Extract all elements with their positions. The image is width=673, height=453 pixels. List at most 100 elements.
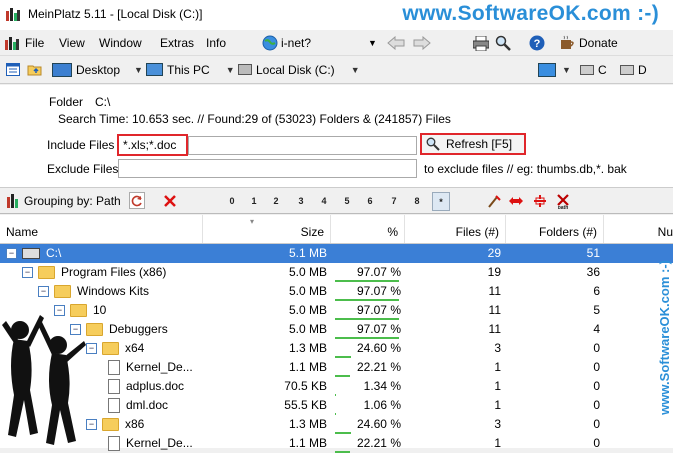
name-cell: − x86 <box>86 415 203 434</box>
drive-combo[interactable]: Local Disk (C:) ▼ <box>238 60 360 79</box>
donate-icon[interactable] <box>558 34 576 52</box>
folder-label: Folder <box>49 95 84 109</box>
group-level-2-icon[interactable]: 2 <box>268 192 284 209</box>
files-cell: 11 <box>488 284 501 298</box>
menu-extras[interactable]: Extras <box>160 36 194 50</box>
drive-icon <box>22 248 40 260</box>
refresh-grouping-icon[interactable] <box>129 192 145 209</box>
exclude-files-input[interactable] <box>118 159 417 178</box>
group-level-6-icon[interactable]: 6 <box>362 192 378 209</box>
print-icon[interactable] <box>472 34 490 52</box>
drive-icon <box>620 64 634 75</box>
this-pc-combo[interactable]: This PC ▼ <box>146 60 235 79</box>
menu-window[interactable]: Window <box>99 36 142 50</box>
name-cell: Kernel_De... <box>102 358 203 377</box>
desktop-combo[interactable]: Desktop ▼ <box>52 60 143 79</box>
svg-text:?: ? <box>534 38 541 50</box>
item-name: Kernel_De... <box>126 360 193 374</box>
include-files-input[interactable]: *.xls;*.doc <box>117 134 188 156</box>
files-cell: 11 <box>488 303 501 317</box>
panel-toggle-icon[interactable] <box>5 60 21 78</box>
group-level-1-icon[interactable]: 1 <box>246 192 262 209</box>
watermark-text: www.SoftwareOK.com :-) <box>402 2 659 25</box>
donate-button[interactable]: Donate <box>579 36 618 50</box>
table-row[interactable]: adplus.doc 70.5 KB 1.34 % 1 0 <box>0 377 673 396</box>
drive-d-button[interactable]: D <box>620 60 647 79</box>
close-icon[interactable] <box>162 192 178 209</box>
name-cell: − x64 <box>86 339 203 358</box>
table-row[interactable]: dml.doc 55.5 KB 1.06 % 1 0 <box>0 396 673 415</box>
inet-dropdown-icon[interactable]: ▼ <box>368 38 377 48</box>
back-icon[interactable] <box>386 34 406 52</box>
table-row[interactable]: Kernel_De... 1.1 MB 22.21 % 1 0 <box>0 358 673 377</box>
exclude-hint: to exclude files // eg: thumbs.db,*. bak <box>424 162 627 176</box>
collapse-icon[interactable] <box>532 192 548 209</box>
table-row[interactable]: − x86 1.3 MB 24.60 % 3 0 <box>0 415 673 434</box>
magnifier-icon[interactable] <box>494 34 512 52</box>
drive-c-button[interactable]: C <box>580 60 607 79</box>
name-cell: Kernel_De... <box>102 434 203 453</box>
svg-text:path: path <box>558 205 569 209</box>
app-menu-icon[interactable] <box>4 34 20 52</box>
column-folders[interactable]: Folders (#) <box>506 215 604 243</box>
drive-icon <box>580 64 594 75</box>
group-level-5-icon[interactable]: 5 <box>339 192 355 209</box>
include-files-input-extension[interactable] <box>188 136 417 155</box>
files-cell: 1 <box>494 398 501 412</box>
files-cell: 19 <box>487 265 501 279</box>
size-cell: 70.5 KB <box>284 379 327 393</box>
desktop-icon <box>52 62 72 77</box>
drive-c-label: C <box>598 62 607 77</box>
table-row[interactable]: −10 5.0 MB 97.07 % 11 5 <box>0 301 673 320</box>
menu-view[interactable]: View <box>59 36 85 50</box>
group-level-4-icon[interactable]: 4 <box>316 192 332 209</box>
folders-cell: 4 <box>593 322 600 336</box>
chevron-down-icon: ▼ <box>134 64 143 75</box>
table-row[interactable]: − Debuggers 5.0 MB 97.07 % 11 4 <box>0 320 673 339</box>
up-folder-icon[interactable] <box>26 60 42 78</box>
globe-icon[interactable] <box>262 34 278 52</box>
drive-label: Local Disk (C:) <box>256 62 335 77</box>
table-row[interactable]: − Program Files (x86) 5.0 MB 97.07 % 19 36 <box>0 263 673 282</box>
table-row[interactable]: − x64 1.3 MB 24.60 % 3 0 <box>0 339 673 358</box>
broom-icon[interactable] <box>486 192 502 209</box>
column-pct[interactable]: % <box>331 215 405 243</box>
item-name: C:\ <box>46 246 62 260</box>
menu-file[interactable]: File <box>25 36 44 50</box>
menu-info[interactable]: Info <box>206 36 226 50</box>
folders-cell: 0 <box>593 436 600 450</box>
dancing-figures-image <box>0 285 90 448</box>
files-cell: 11 <box>488 322 501 336</box>
file-icon <box>108 360 120 376</box>
files-cell: 1 <box>494 436 501 450</box>
collapse-toggle-icon[interactable]: − <box>6 248 17 260</box>
column-size[interactable]: Size <box>203 215 331 243</box>
folders-cell: 0 <box>593 341 600 355</box>
group-level-all-icon[interactable]: * <box>432 192 450 211</box>
column-nu[interactable]: Nu <box>604 215 673 243</box>
files-cell: 3 <box>494 417 501 431</box>
files-cell: 1 <box>494 379 501 393</box>
pct-cell: 1.34 % <box>363 379 401 393</box>
table-row[interactable]: Kernel_De... 1.1 MB 22.21 % 1 0 <box>0 434 673 453</box>
group-level-7-icon[interactable]: 7 <box>386 192 402 209</box>
group-level-8-icon[interactable]: 8 <box>409 192 425 209</box>
monitor-combo[interactable]: ▼ <box>538 60 571 79</box>
help-icon[interactable]: ? <box>528 34 546 52</box>
exclude-files-label: Exclude Files <box>47 162 119 176</box>
table-row[interactable]: − C:\ 5.1 MB 29 51 <box>0 244 673 263</box>
swap-arrows-icon[interactable] <box>508 192 524 209</box>
delete-path-icon[interactable]: path <box>555 192 571 209</box>
collapse-toggle-icon[interactable]: − <box>22 267 33 279</box>
column-name[interactable]: Name <box>0 215 203 243</box>
forward-icon[interactable] <box>412 34 432 52</box>
column-files[interactable]: Files (#) <box>405 215 506 243</box>
inet-menu[interactable]: i-net? <box>281 36 311 50</box>
group-level-0-icon[interactable]: 0 <box>224 192 240 209</box>
table-row[interactable]: − Windows Kits 5.0 MB 97.07 % 11 6 <box>0 282 673 301</box>
group-level-3-icon[interactable]: 3 <box>293 192 309 209</box>
files-cell: 1 <box>494 360 501 374</box>
grouping-label[interactable]: Grouping by: Path <box>24 194 121 208</box>
size-cell: 1.1 MB <box>288 436 327 450</box>
refresh-button[interactable]: Refresh [F5] <box>420 133 526 155</box>
